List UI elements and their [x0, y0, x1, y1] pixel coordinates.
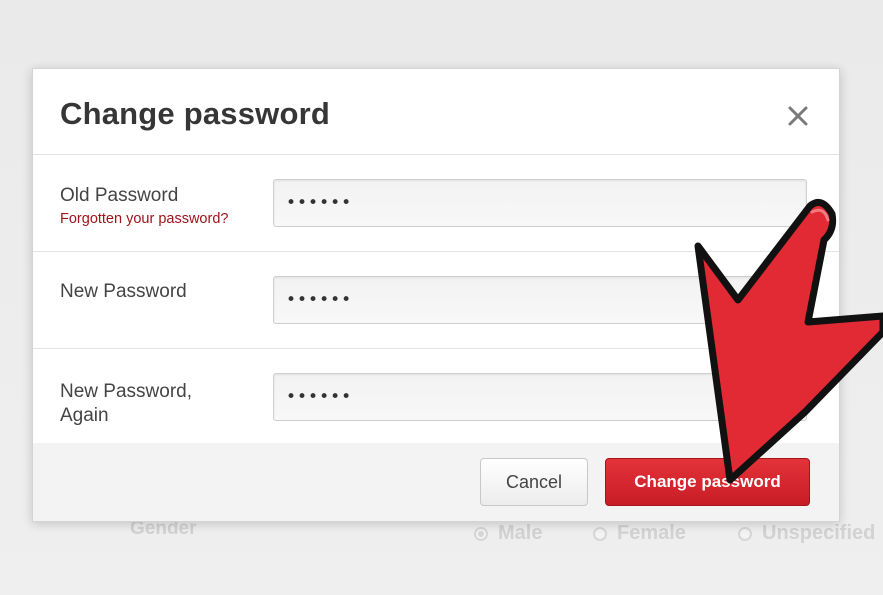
radio-label: Male	[498, 522, 543, 544]
new-password-input[interactable]	[273, 276, 807, 324]
radio-icon	[474, 526, 488, 541]
background-radio-female[interactable]: Female	[593, 522, 686, 545]
old-password-label: Old Password	[60, 185, 179, 206]
cancel-button[interactable]: Cancel	[480, 458, 588, 506]
new-password-row: New Password	[33, 252, 839, 349]
dialog-header: Change password	[33, 69, 839, 155]
dialog-title: Change password	[60, 96, 330, 131]
confirm-password-row: New Password, Again	[33, 349, 839, 445]
new-password-label: New Password	[60, 281, 187, 302]
confirm-password-label: New Password, Again	[60, 381, 192, 426]
close-button[interactable]	[785, 103, 811, 129]
forgot-password-link[interactable]: Forgotten your password?	[60, 211, 228, 227]
radio-icon	[593, 526, 607, 541]
confirm-password-input[interactable]	[273, 373, 807, 421]
dialog-footer: Cancel Change password	[33, 443, 839, 521]
change-password-dialog: Change password Old Password Forgotten y…	[32, 68, 840, 522]
background-radio-unspecified[interactable]: Unspecified	[738, 522, 875, 545]
background-radio-male[interactable]: Male	[474, 522, 542, 545]
close-icon	[788, 106, 808, 126]
radio-label: Female	[617, 522, 686, 544]
change-password-button[interactable]: Change password	[605, 458, 810, 506]
old-password-input[interactable]	[273, 179, 807, 227]
old-password-row: Old Password Forgotten your password?	[33, 155, 839, 252]
radio-label: Unspecified	[762, 522, 876, 544]
radio-icon	[738, 526, 752, 541]
